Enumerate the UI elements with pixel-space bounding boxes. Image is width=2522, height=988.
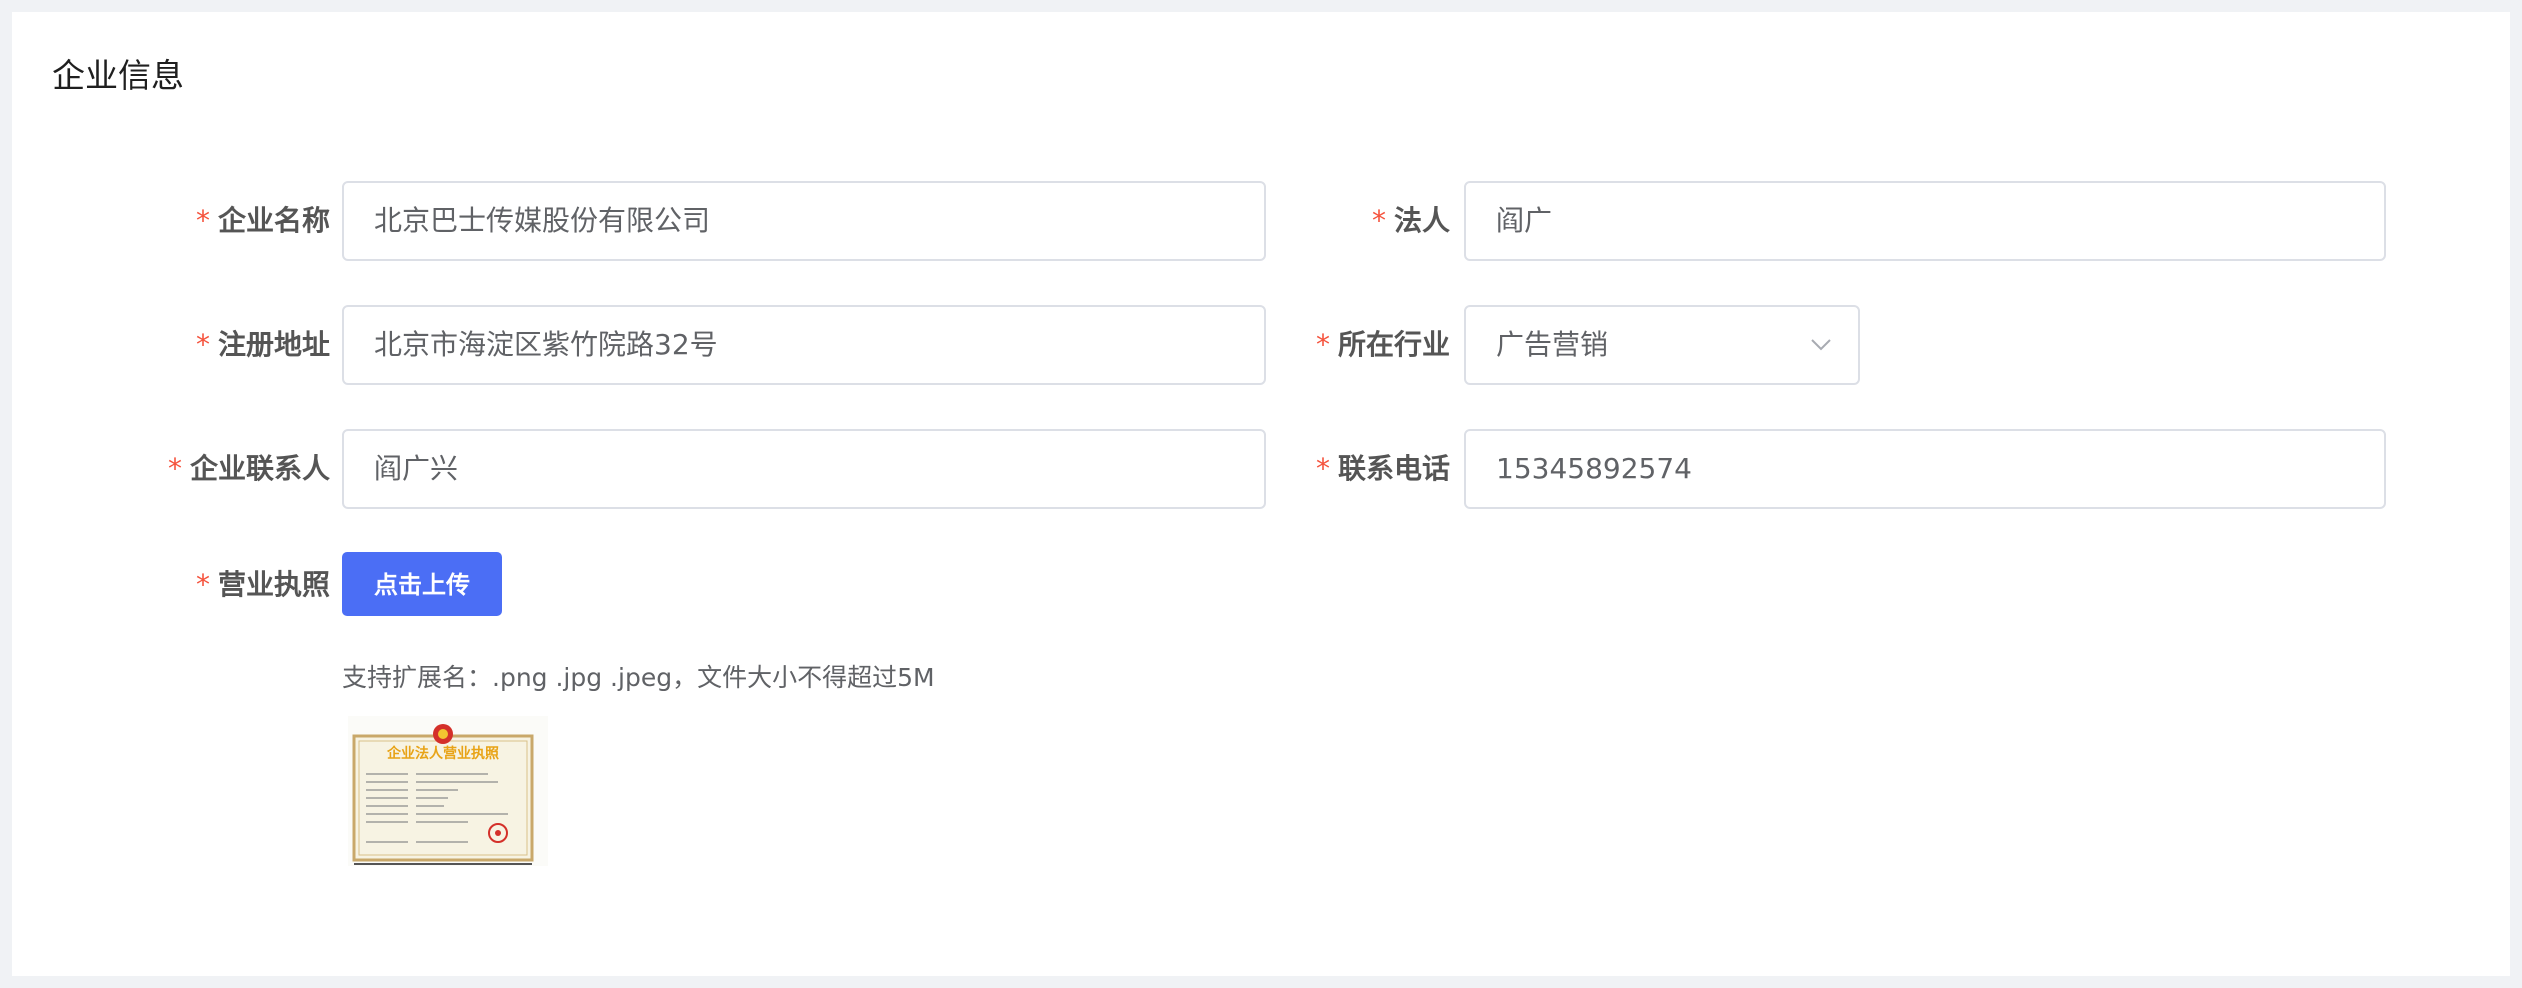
- upload-hint: 支持扩展名：.png .jpg .jpeg，文件大小不得超过5M: [342, 663, 935, 692]
- legal-person-label: * 法人: [1371, 204, 1450, 237]
- industry-select-value: 广告营销: [1496, 328, 1609, 361]
- license-thumb-title: 企业法人营业执照: [386, 745, 499, 762]
- required-mark: *: [167, 452, 182, 485]
- phone-label: * 联系电话: [1315, 452, 1450, 485]
- phone-input[interactable]: 15345892574: [1464, 429, 2386, 509]
- industry-select[interactable]: 广告营销: [1464, 305, 1860, 385]
- company-name-label: * 企业名称: [195, 204, 330, 237]
- required-mark: *: [195, 328, 210, 361]
- legal-person-input[interactable]: 阎广: [1464, 181, 2386, 261]
- upload-button[interactable]: 点击上传: [342, 552, 502, 616]
- reg-address-input[interactable]: 北京市海淀区紫竹院路32号: [342, 305, 1266, 385]
- required-mark: *: [195, 568, 210, 601]
- required-mark: *: [1371, 204, 1386, 237]
- enterprise-info-card: 企业信息 * 企业名称 北京巴士传媒股份有限公司 * 法人 阎广 * 注册地址 北京市…: [12, 12, 2510, 976]
- required-mark: *: [1315, 452, 1330, 485]
- license-label: * 营业执照: [195, 568, 330, 601]
- page-title: 企业信息: [52, 56, 184, 95]
- contact-label: * 企业联系人: [167, 452, 330, 485]
- required-mark: *: [1315, 328, 1330, 361]
- company-name-input[interactable]: 北京巴士传媒股份有限公司: [342, 181, 1266, 261]
- business-license-thumbnail[interactable]: 企业法人营业执照: [348, 716, 548, 866]
- reg-address-label: * 注册地址: [195, 328, 330, 361]
- required-mark: *: [195, 204, 210, 237]
- chevron-down-icon: [1811, 339, 1831, 351]
- industry-label: * 所在行业: [1315, 328, 1450, 361]
- contact-input[interactable]: 阎广兴: [342, 429, 1266, 509]
